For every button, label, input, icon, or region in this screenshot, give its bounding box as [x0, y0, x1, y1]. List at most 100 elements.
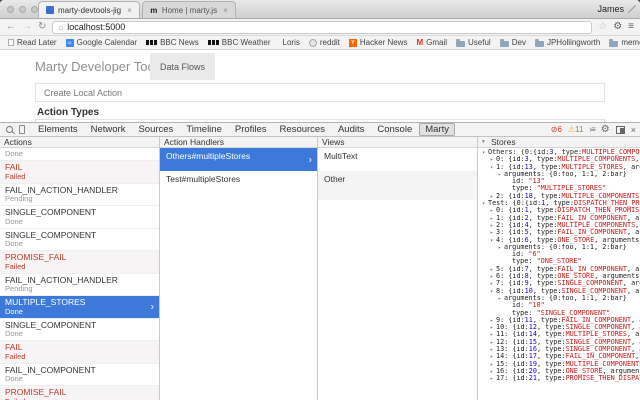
action-item[interactable]: PROMISE_FAILFailed [0, 386, 159, 400]
error-badge[interactable]: ⊘6 [551, 125, 562, 134]
store-tree-row[interactable]: ▾8: {id:10, type:SINGLE_COMPONENT, argum… [480, 288, 640, 295]
store-tree-row[interactable]: ▸16: {id:20, type:ONE_STORE, arguments:{… [480, 368, 640, 375]
bookmark-bbc-news[interactable]: BBC News [146, 38, 199, 47]
bookmark-star-icon[interactable]: ☆ [598, 22, 607, 32]
gear-icon[interactable]: ⚙ [613, 22, 622, 32]
store-tree-row[interactable]: ▸3: {id:5, type:FAIL_IN_COMPONENT, argum… [480, 229, 640, 236]
inspect-icon[interactable] [6, 126, 13, 133]
view-item[interactable]: Other [318, 171, 477, 200]
store-tree-row[interactable]: id: "13" [480, 178, 640, 185]
forward-icon[interactable]: → [22, 22, 32, 32]
window-zoom-button[interactable] [31, 6, 38, 13]
devtools-tab-console[interactable]: Console [371, 123, 418, 136]
store-tree-row[interactable]: ▸2: {id:18, type:MULTIPLE_COMPONENTS, ar… [480, 193, 640, 200]
menu-icon[interactable]: ≡ [628, 22, 634, 32]
store-tree-row[interactable]: id: "6" [480, 251, 640, 258]
store-tree-row[interactable]: ▾Test: {0:{id:1, type:DISPATCH_THEN_PROM… [480, 200, 640, 207]
action-item[interactable]: MULTIPLE_STORESDone› [0, 296, 159, 319]
store-tree-row[interactable]: ▸0: {id:3, type:MULTIPLE_COMPONENTS, arg… [480, 156, 640, 163]
page-icon: ⌂ [58, 23, 63, 32]
profile-name[interactable]: James [597, 4, 624, 14]
warning-badge[interactable]: ⚠11 [568, 125, 583, 134]
bookmark-dev[interactable]: Dev [500, 38, 526, 47]
devtools-tab-elements[interactable]: Elements [32, 123, 84, 136]
console-drawer-icon[interactable]: ›≡ [589, 125, 594, 134]
store-tree-row[interactable]: ▸15: {id:19, type:MULTIPLE_COMPONENTS, a… [480, 361, 640, 368]
devtools-tab-profiles[interactable]: Profiles [229, 123, 273, 136]
devtools-tab-timeline[interactable]: Timeline [180, 123, 228, 136]
store-tree-row[interactable]: ▾1: {id:13, type:MULTIPLE_STORES, argume… [480, 164, 640, 171]
action-handler-item[interactable]: Others#multipleStores› [160, 148, 317, 171]
store-tree-row[interactable]: id: "10" [480, 302, 640, 309]
bookmark-memes[interactable]: memes [609, 38, 640, 47]
bookmark-hacker-news[interactable]: YHacker News [349, 38, 408, 47]
devtools-tab-marty[interactable]: Marty [419, 123, 455, 136]
chevron-down-icon[interactable]: ▾ [482, 139, 488, 145]
tab-close-icon[interactable]: × [223, 6, 228, 15]
store-tree-row[interactable]: ▸7: {id:9, type:SINGLE_COMPONENT, argume… [480, 280, 640, 287]
window-minimize-button[interactable] [19, 6, 26, 13]
tab-close-icon[interactable]: × [127, 6, 132, 15]
window-close-button[interactable] [7, 6, 14, 13]
store-tree-row[interactable]: type: "ONE_STORE" [480, 258, 640, 265]
store-tree-row[interactable]: ▸17: {id:21, type:PROMISE_THEN_DISPATCH,… [480, 375, 640, 382]
dock-side-icon[interactable] [616, 126, 625, 134]
settings-gear-icon[interactable]: ⚙ [601, 124, 610, 135]
store-tree-row[interactable]: ▸12: {id:15, type:SINGLE_COMPONENT, argu… [480, 339, 640, 346]
action-item[interactable]: Done [0, 148, 159, 161]
view-item[interactable]: MultiText [318, 148, 477, 171]
browser-tab-home-marty-js[interactable]: mHome | marty.js× [142, 1, 236, 18]
store-tree-row[interactable]: ▸13: {id:16, type:SINGLE_COMPONENT, argu… [480, 346, 640, 353]
bookmark-loris[interactable]: Loris [280, 38, 300, 47]
tab-data-flows[interactable]: Data Flows [150, 53, 215, 80]
bookmark-useful[interactable]: Useful [456, 38, 491, 47]
store-tree-row[interactable]: ▾Others: {0:{id:3, type:MULTIPLE_COMPONE… [480, 149, 640, 156]
store-tree-row[interactable]: ▸11: {id:14, type:MULTIPLE_STORES, argum… [480, 331, 640, 338]
bookmark-jphollingworth[interactable]: JPHollingworth [535, 38, 600, 47]
store-tree-row[interactable]: ▸arguments: {0:foo, 1:1, 2:bar} [480, 244, 640, 251]
action-item[interactable]: FAILFailed [0, 341, 159, 364]
devtools-tab-resources[interactable]: Resources [274, 123, 331, 136]
back-icon[interactable]: ← [6, 22, 16, 32]
bookmark-google-calendar[interactable]: 31Google Calendar [66, 38, 137, 47]
device-mode-icon[interactable] [19, 125, 25, 134]
store-tree-row[interactable]: ▸6: {id:8, type:ONE_STORE, arguments:{0:… [480, 273, 640, 280]
store-tree-row[interactable]: ▸arguments: {0:foo, 1:1, 2:bar} [480, 171, 640, 178]
store-tree-row[interactable]: ▸2: {id:4, type:MULTIPLE_COMPONENTS, arg… [480, 222, 640, 229]
action-item[interactable]: FAIL_IN_ACTION_HANDLERPending [0, 274, 159, 297]
store-tree-row[interactable]: ▸5: {id:7, type:FAIL_IN_COMPONENT, argum… [480, 266, 640, 273]
store-tree-text: 2: {id:4, type:MULTIPLE_COMPONENTS, argu… [496, 222, 640, 229]
store-tree-row[interactable]: ▸14: {id:17, type:FAIL_IN_COMPONENT, arg… [480, 353, 640, 360]
store-tree-row[interactable]: ▸10: {id:12, type:SINGLE_COMPONENT, argu… [480, 324, 640, 331]
browser-tab-marty-devtools-jig[interactable]: marty-devtools-jig× [38, 1, 140, 18]
bookmark-gmail[interactable]: MGmail [416, 38, 447, 47]
store-tree-row[interactable]: type: "MULTIPLE_STORES" [480, 185, 640, 192]
url-bar[interactable]: ⌂ localhost:5000 [52, 21, 592, 34]
action-item[interactable]: FAILFailed [0, 161, 159, 184]
action-item[interactable]: FAIL_IN_COMPONENTDone [0, 364, 159, 387]
store-tree-row[interactable]: ▸9: {id:11, type:FAIL_IN_COMPONENT, argu… [480, 317, 640, 324]
action-item[interactable]: PROMISE_FAILFailed [0, 251, 159, 274]
store-tree-text: 0: {id:1, type:DISPATCH_THEN_PROMISE, ar… [496, 207, 640, 214]
store-tree-row[interactable]: ▾4: {id:6, type:ONE_STORE, arguments:{0:… [480, 237, 640, 244]
devtools-tab-network[interactable]: Network [85, 123, 132, 136]
window-resize-icon [628, 5, 636, 13]
store-tree-row[interactable]: ▸0: {id:1, type:DISPATCH_THEN_PROMISE, a… [480, 207, 640, 214]
create-local-action-button[interactable]: Create Local Action [35, 83, 605, 102]
store-tree-row[interactable]: type: "SINGLE_COMPONENT" [480, 310, 640, 317]
action-item[interactable]: SINGLE_COMPONENTDone [0, 229, 159, 252]
devtools-close-icon[interactable]: × [631, 125, 636, 135]
bookmark-read-later[interactable]: Read Later [8, 38, 57, 47]
devtools-tab-audits[interactable]: Audits [332, 123, 370, 136]
bookmark-reddit[interactable]: reddit [309, 38, 340, 47]
bookmark-bbc-weather[interactable]: BBC Weather [208, 38, 271, 47]
reload-icon[interactable]: ↻ [38, 22, 46, 32]
action-item[interactable]: SINGLE_COMPONENTDone [0, 319, 159, 342]
store-tree-row[interactable]: ▸arguments: {0:foo, 1:1, 2:bar} [480, 295, 640, 302]
devtools-tab-sources[interactable]: Sources [132, 123, 179, 136]
store-tree-row[interactable]: ▸1: {id:2, type:FAIL_IN_COMPONENT, argum… [480, 215, 640, 222]
store-tree-text: 17: {id:21, type:PROMISE_THEN_DISPATCH, … [496, 375, 640, 382]
action-item[interactable]: SINGLE_COMPONENTDone [0, 206, 159, 229]
action-item[interactable]: FAIL_IN_ACTION_HANDLERPending [0, 184, 159, 207]
action-handler-item[interactable]: Test#multipleStores [160, 171, 317, 194]
